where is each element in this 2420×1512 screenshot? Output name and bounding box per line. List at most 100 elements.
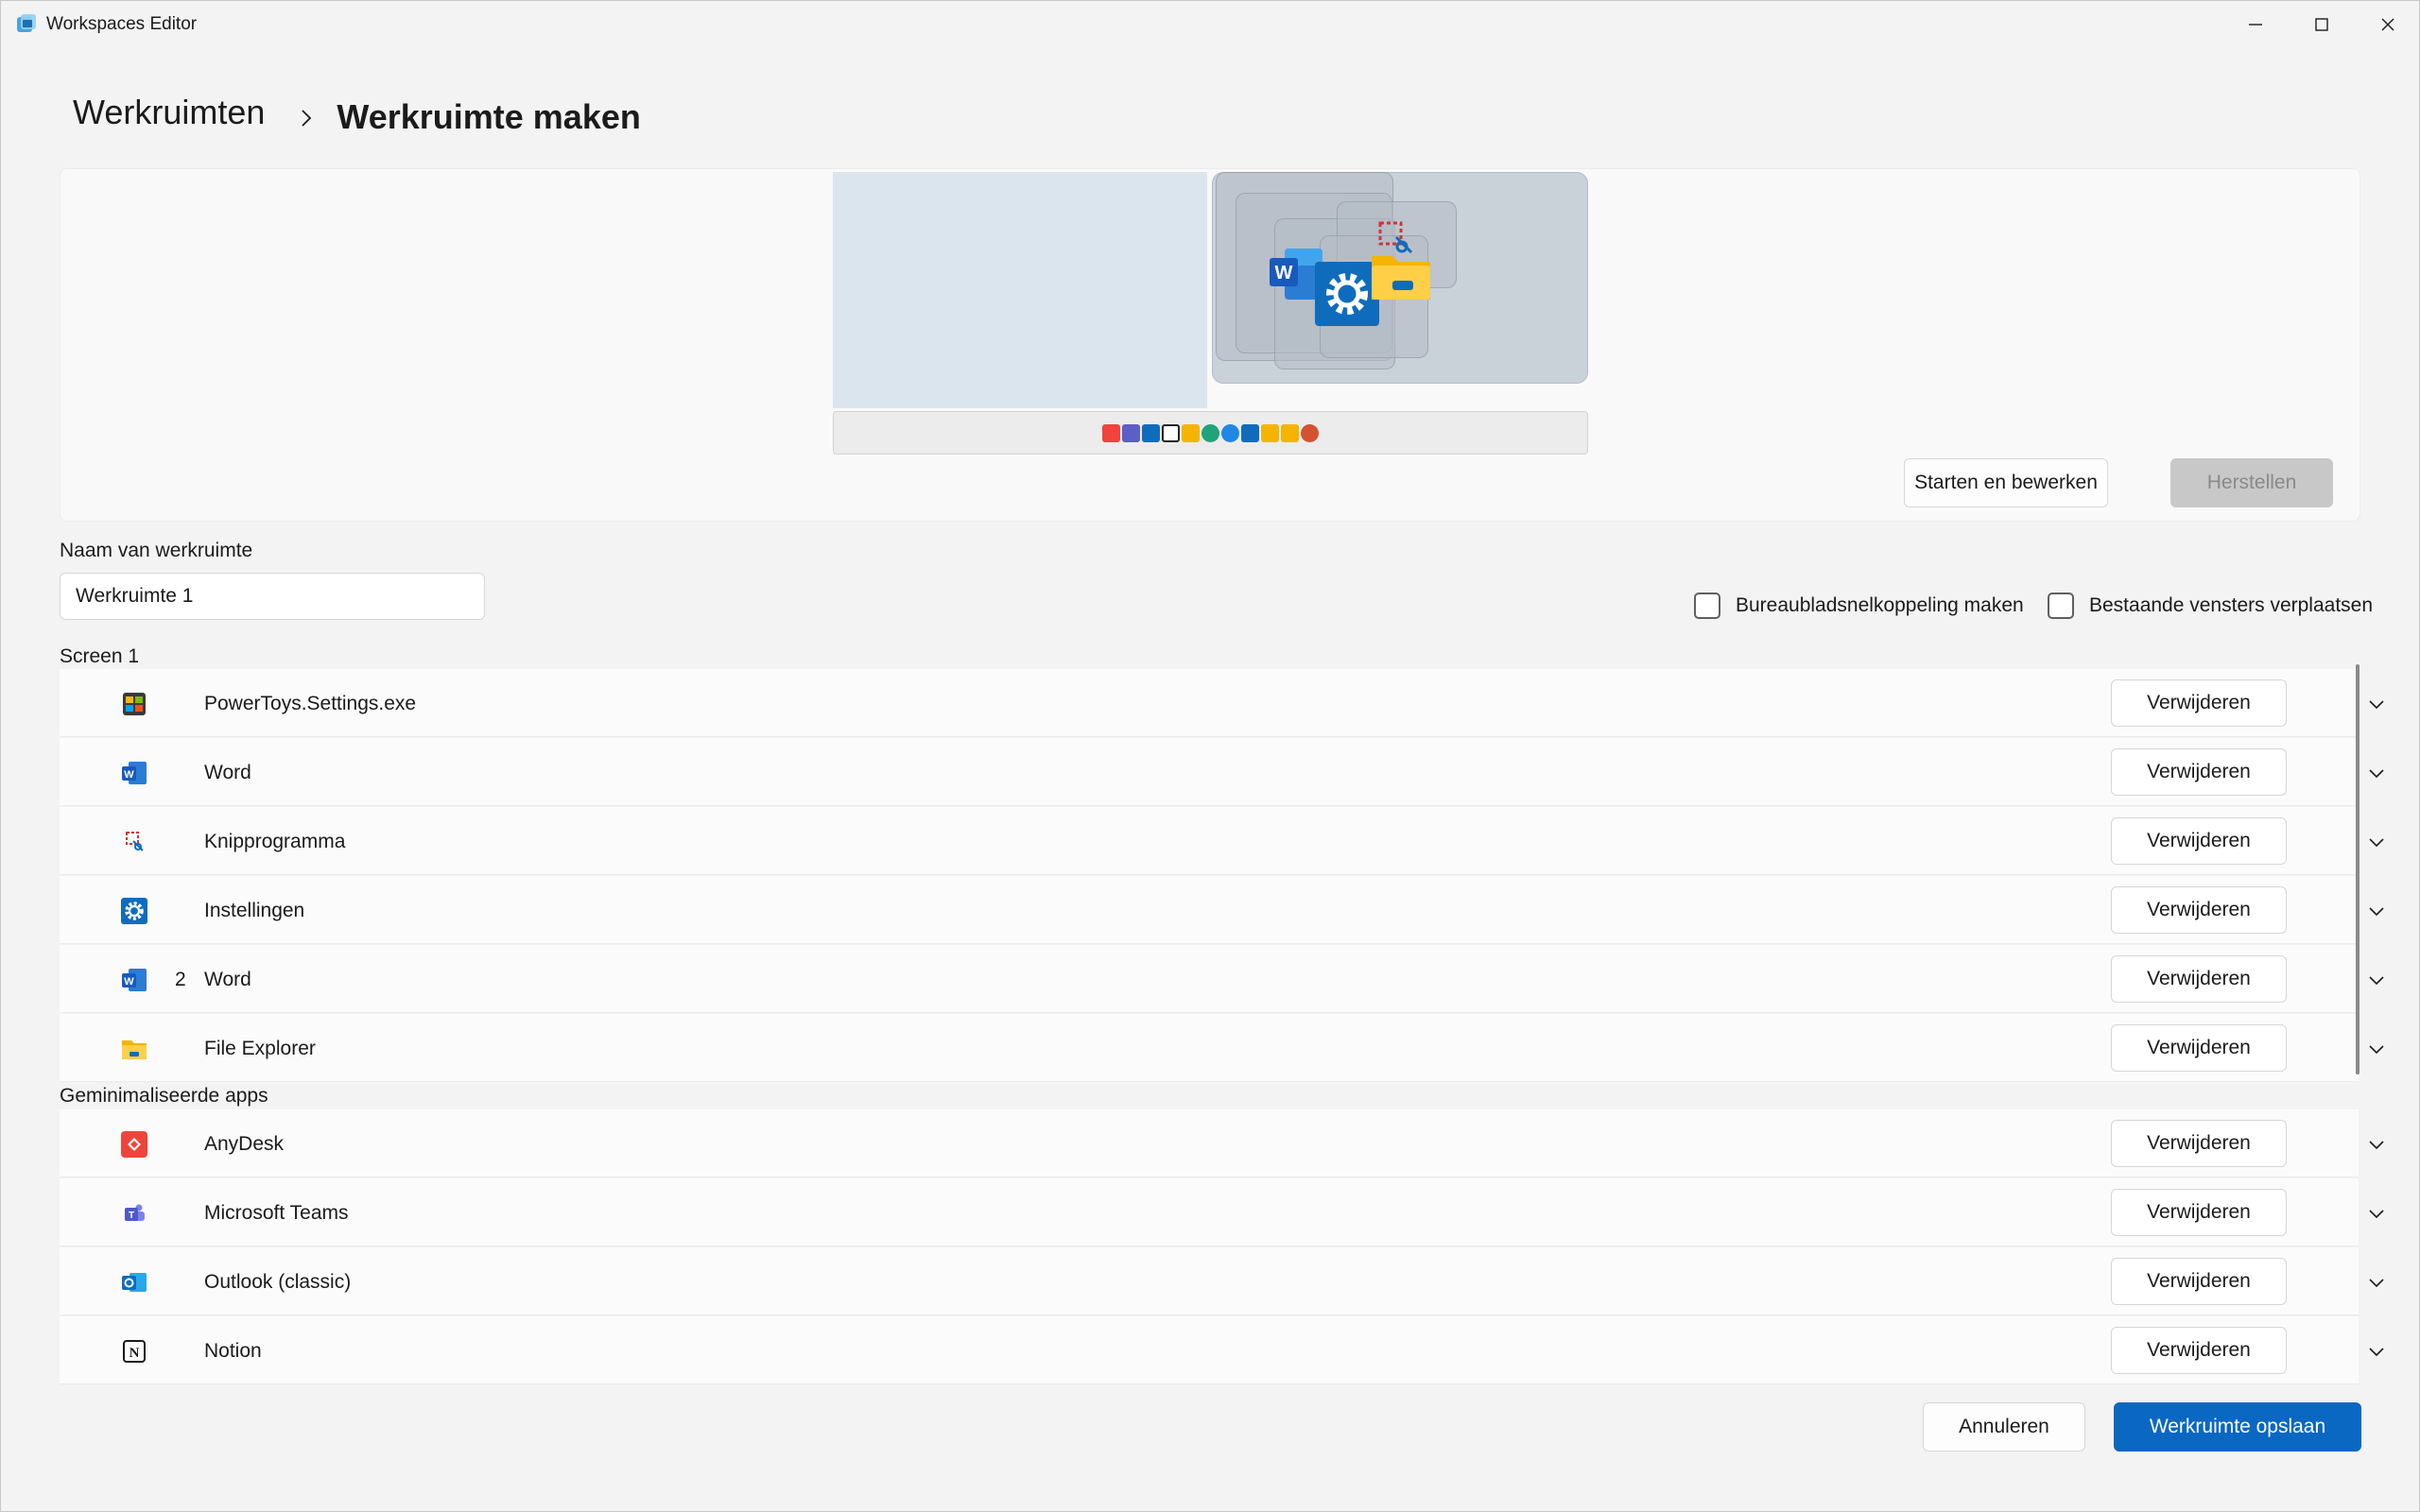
- window-title: Workspaces Editor: [46, 14, 198, 34]
- app-row: W 2 Word Verwijderen: [60, 945, 2384, 1013]
- app-name: Instellingen: [204, 900, 305, 921]
- notion-icon: [1162, 423, 1180, 442]
- chevron-down-icon: [2369, 1210, 2384, 1219]
- cancel-button[interactable]: Annuleren: [1923, 1402, 2085, 1452]
- anydesk-icon: [121, 1131, 147, 1158]
- word-icon: W: [122, 762, 147, 784]
- edge-icon: [1221, 423, 1239, 442]
- remove-button[interactable]: Verwijderen: [2111, 1024, 2287, 1072]
- expand-button[interactable]: [2366, 763, 2387, 783]
- remove-button[interactable]: Verwijderen: [2111, 1327, 2287, 1374]
- app-row: Knipprogramma Verwijderen: [60, 807, 2384, 875]
- app-row: Outlook (classic) Verwijderen: [60, 1247, 2384, 1315]
- taskbar-preview: [833, 411, 1588, 455]
- svg-text:W: W: [124, 769, 134, 781]
- chevron-down-icon: [2369, 838, 2384, 848]
- app-row: File Explorer Verwijderen: [60, 1014, 2384, 1082]
- workspaces-editor-window: Workspaces Editor Werkruimten Werkruimte…: [0, 0, 2420, 1512]
- svg-text:T: T: [129, 1211, 134, 1221]
- svg-text:W: W: [124, 976, 134, 988]
- chevron-down-icon: [2369, 1279, 2384, 1288]
- expand-button[interactable]: [2366, 1272, 2387, 1293]
- svg-text:N: N: [130, 1346, 140, 1361]
- breadcrumb-current: Werkruimte maken: [337, 97, 641, 136]
- remove-button[interactable]: Verwijderen: [2111, 817, 2287, 865]
- minimize-icon: [2249, 24, 2262, 26]
- remove-button[interactable]: Verwijderen: [2111, 1189, 2287, 1236]
- remove-button[interactable]: Verwijderen: [2111, 748, 2287, 796]
- maximize-icon: [2315, 18, 2328, 31]
- app-name: Notion: [204, 1340, 262, 1362]
- scrollbar[interactable]: [2356, 664, 2360, 1074]
- checkbox-box[interactable]: [1694, 593, 1720, 619]
- app-row: Instellingen Verwijderen: [60, 876, 2384, 944]
- workspace-name-input[interactable]: Werkruimte 1: [60, 573, 485, 620]
- app-name: PowerToys.Settings.exe: [204, 693, 417, 714]
- app-name: AnyDesk: [204, 1133, 285, 1155]
- revert-button[interactable]: Herstellen: [2170, 458, 2333, 507]
- powertoys-settings-icon: [123, 693, 146, 715]
- save-workspace-button[interactable]: Werkruimte opslaan: [2114, 1402, 2361, 1452]
- app-row: W Word Verwijderen: [60, 738, 2384, 806]
- workspace-name-label: Naam van werkruimte: [60, 540, 253, 561]
- title-bar: Workspaces Editor: [1, 1, 2419, 48]
- chevron-down-icon: [2369, 907, 2384, 917]
- launch-and-edit-button[interactable]: Starten en bewerken: [1904, 458, 2108, 507]
- teams-icon: [1122, 423, 1140, 442]
- anydesk-icon: [1102, 423, 1120, 442]
- folder-icon: [1182, 423, 1200, 442]
- powerpoint-icon: [1301, 423, 1319, 442]
- breadcrumb: Werkruimten Werkruimte maken: [73, 88, 641, 137]
- remove-button[interactable]: Verwijderen: [2111, 1258, 2287, 1305]
- move-existing-windows-label: Bestaande vensters verplaatsen: [2089, 594, 2374, 616]
- settings-gear-icon: [121, 898, 147, 924]
- workspaces-app-icon: [17, 14, 36, 32]
- expand-button[interactable]: [2366, 1341, 2387, 1362]
- expand-button[interactable]: [2366, 901, 2387, 921]
- chevron-down-icon: [2369, 1141, 2384, 1150]
- breadcrumb-root[interactable]: Werkruimten: [73, 93, 265, 132]
- expand-button[interactable]: [2366, 1134, 2387, 1155]
- folder-icon: [1261, 423, 1279, 442]
- move-existing-windows-checkbox[interactable]: Bestaande vensters verplaatsen: [2048, 593, 2373, 619]
- expand-button[interactable]: [2366, 694, 2387, 714]
- chevron-right-icon: [302, 110, 312, 127]
- create-shortcut-label: Bureaubladsnelkoppeling maken: [1736, 594, 2024, 616]
- screen-1-label: Screen 1: [60, 645, 140, 667]
- app-name: Word: [204, 969, 251, 990]
- close-icon: [2381, 18, 2394, 31]
- expand-button[interactable]: [2366, 1039, 2387, 1059]
- remove-button[interactable]: Verwijderen: [2111, 955, 2287, 1003]
- chevron-down-icon: [2369, 769, 2384, 779]
- edge-icon: [1201, 423, 1219, 442]
- expand-button[interactable]: [2366, 832, 2387, 852]
- app-instance-number: 2: [175, 969, 186, 990]
- app-name: Knipprogramma: [204, 831, 346, 852]
- folder-icon: [1281, 423, 1299, 442]
- chevron-down-icon: [2369, 1045, 2384, 1055]
- remove-button[interactable]: Verwijderen: [2111, 886, 2287, 934]
- notion-icon: N: [123, 1340, 146, 1363]
- app-row: T Microsoft Teams Verwijderen: [60, 1178, 2384, 1246]
- checkbox-box[interactable]: [2048, 593, 2074, 619]
- expand-button[interactable]: [2366, 1203, 2387, 1224]
- maximize-button[interactable]: [2289, 1, 2355, 48]
- app-row: PowerToys.Settings.exe Verwijderen: [60, 669, 2384, 737]
- create-shortcut-checkbox[interactable]: Bureaubladsnelkoppeling maken: [1694, 593, 2024, 619]
- chevron-down-icon: [2369, 700, 2384, 710]
- app-name: Outlook (classic): [204, 1271, 352, 1293]
- remove-button[interactable]: Verwijderen: [2111, 679, 2287, 727]
- chevron-down-icon: [2369, 1348, 2384, 1357]
- svg-text:W: W: [1275, 263, 1293, 284]
- minimize-button[interactable]: [2222, 1, 2289, 48]
- teams-icon: T: [125, 1204, 145, 1221]
- expand-button[interactable]: [2366, 970, 2387, 990]
- app-row: AnyDesk Verwijderen: [60, 1109, 2384, 1177]
- close-button[interactable]: [2355, 1, 2420, 48]
- snipping-tool-icon: [126, 832, 144, 851]
- app-name: Microsoft Teams: [204, 1202, 349, 1224]
- word-icon: W: [122, 969, 147, 991]
- outlook-icon: [1241, 423, 1259, 442]
- app-name: Word: [204, 762, 251, 783]
- remove-button[interactable]: Verwijderen: [2111, 1120, 2287, 1167]
